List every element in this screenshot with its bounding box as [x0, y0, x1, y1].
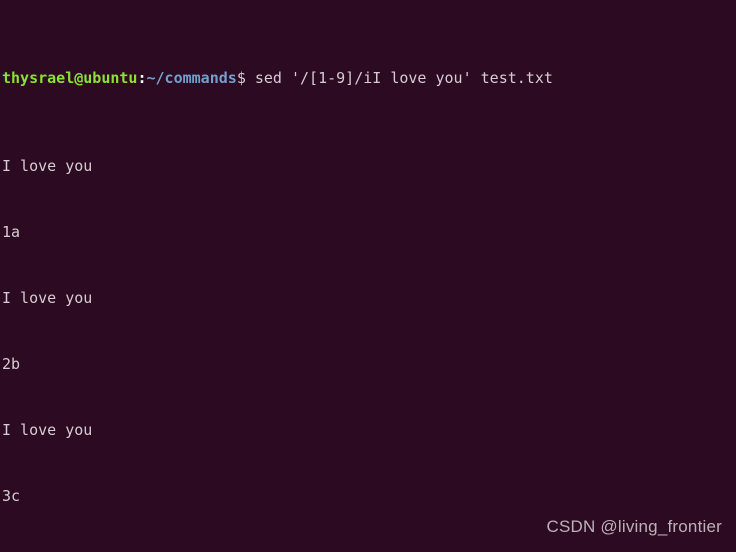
watermark-text: CSDN @living_frontier	[546, 517, 722, 536]
output-line: I love you	[2, 157, 93, 175]
output-line: 2b	[2, 355, 21, 373]
prompt-symbol: $	[236, 69, 246, 87]
prompt-path: ~/commands	[146, 69, 237, 87]
prompt-line: thysrael@ubuntu:~/commands$ sed '/[1-9]/…	[2, 67, 736, 89]
output-line: I love you	[2, 289, 93, 307]
terminal-window[interactable]: thysrael@ubuntu:~/commands$ sed '/[1-9]/…	[0, 0, 736, 552]
command-text: sed '/[1-9]/iI love you' test.txt	[245, 69, 553, 87]
prompt-user-host: thysrael@ubuntu	[2, 69, 138, 87]
output-line: I love you	[2, 421, 93, 439]
output-line: 1a	[2, 223, 21, 241]
terminal-screen[interactable]: thysrael@ubuntu:~/commands$ sed '/[1-9]/…	[2, 1, 736, 552]
prompt-separator: :	[137, 69, 147, 87]
output-line: 3c	[2, 487, 21, 505]
